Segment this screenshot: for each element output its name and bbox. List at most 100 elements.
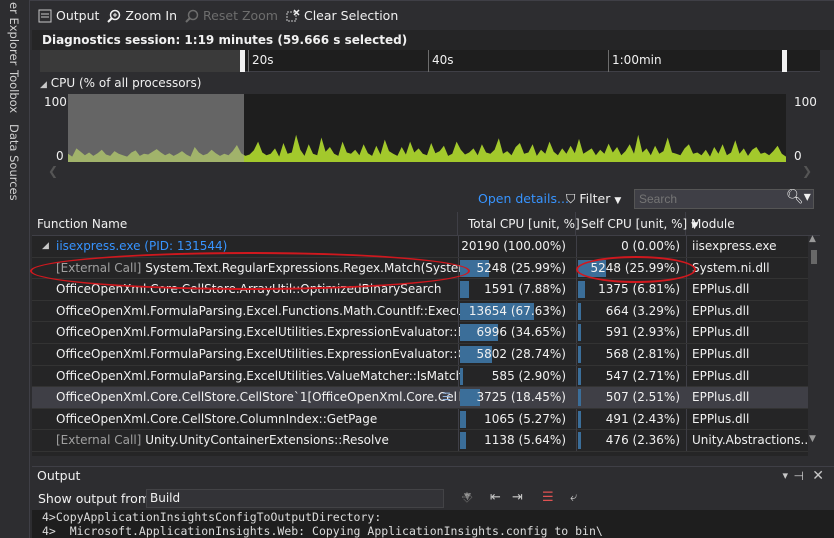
zoom-in-icon xyxy=(107,9,121,23)
side-tab-data-sources[interactable]: Data Sources xyxy=(7,124,21,201)
clear-all-icon[interactable]: ☰ xyxy=(542,490,554,505)
scroll-left-icon[interactable]: ❮ xyxy=(48,164,58,178)
scroll-down-icon[interactable]: ▼ xyxy=(809,434,816,444)
graph-horizontal-scrollbar[interactable]: ❮ ❯ xyxy=(40,164,820,179)
function-name-cell: OfficeOpenXml.FormulaParsing.ExcelUtilit… xyxy=(56,366,476,387)
open-details-link[interactable]: Open details... xyxy=(478,191,569,206)
column-separator xyxy=(686,300,687,322)
function-name: OfficeOpenXml.FormulaParsing.ExcelUtilit… xyxy=(56,325,476,340)
function-name-cell: OfficeOpenXml.Core.CellStore.CellStore`1… xyxy=(56,387,476,408)
module-cell: EPPlus.dll xyxy=(692,390,750,405)
output-panel-title: Output xyxy=(37,468,81,483)
table-vertical-scrollbar[interactable]: ▲ ▼ xyxy=(808,234,820,456)
selection-end-handle[interactable] xyxy=(782,50,787,72)
clear-selection-label: Clear Selection xyxy=(303,8,399,23)
y-axis-min-right: 0 xyxy=(794,149,802,163)
total-cpu-cell: 13654 (67.63%) xyxy=(468,303,566,318)
column-separator xyxy=(686,408,687,430)
column-module[interactable]: Module xyxy=(686,212,820,236)
filter-dropdown[interactable]: ⛉ Filter ▼ xyxy=(566,191,621,207)
column-self-cpu[interactable]: Self CPU [unit, %] ▼ xyxy=(576,212,698,236)
self-cpu-cell: 568 (2.81%) xyxy=(605,347,680,361)
self-cpu-cell: 591 (2.93%) xyxy=(605,325,680,340)
column-separator xyxy=(686,344,687,365)
total-cpu-cell: 5248 (25.99%) xyxy=(476,260,566,275)
column-total-cpu[interactable]: Total CPU [unit, %] xyxy=(458,212,580,236)
column-separator xyxy=(686,387,687,409)
function-name-cell: [External Call] Unity.UnityContainerExte… xyxy=(56,430,476,451)
total-cpu-cell: 3725 (18.45%) xyxy=(476,390,566,405)
zoom-in-label: Zoom In xyxy=(125,8,178,23)
find-message-icon[interactable]: ⎆ xyxy=(462,490,472,505)
chevron-down-icon: ▼ xyxy=(614,196,622,206)
function-name-cell: OfficeOpenXml.FormulaParsing.ExcelUtilit… xyxy=(56,344,476,365)
function-name-cell: OfficeOpenXml.FormulaParsing.Excel.Funct… xyxy=(56,301,476,322)
toolbar: Output Zoom In Reset Zoom Clear Selectio… xyxy=(30,0,834,30)
close-icon[interactable]: ✕ xyxy=(812,467,824,485)
table-row[interactable]: OfficeOpenXml.Core.CellStore.ColumnIndex… xyxy=(32,408,808,431)
scroll-right-icon[interactable]: ❯ xyxy=(802,164,812,178)
column-separator xyxy=(686,279,687,301)
function-name-cell: OfficeOpenXml.Core.CellStore.ColumnIndex… xyxy=(56,409,476,430)
reset-zoom-label: Reset Zoom xyxy=(203,8,278,23)
table-row[interactable]: OfficeOpenXml.FormulaParsing.ExcelUtilit… xyxy=(32,344,808,366)
output-button[interactable]: Output xyxy=(38,8,99,23)
cpu-graph-header[interactable]: ◢ CPU (% of all processors) xyxy=(32,74,834,92)
column-function-name[interactable]: Function Name xyxy=(32,212,458,236)
y-axis-max-left: 100 xyxy=(44,95,67,109)
clear-selection-button[interactable]: Clear Selection xyxy=(286,8,398,23)
column-self-cpu-label: Self CPU [unit, %] xyxy=(581,217,688,231)
search-icon[interactable]: 🔍︎▾ xyxy=(786,189,811,205)
show-output-from-label: Show output from: xyxy=(38,491,155,506)
table-row[interactable]: OfficeOpenXml.FormulaParsing.Excel.Funct… xyxy=(32,300,808,323)
module-cell: Unity.Abstractions... xyxy=(692,433,808,448)
side-tab-strip: er Explorer Toolbox Data Sources xyxy=(0,0,30,538)
scrollbar-thumb[interactable] xyxy=(811,250,817,264)
scroll-up-icon[interactable]: ▲ xyxy=(809,234,816,244)
selection-start-handle[interactable] xyxy=(240,50,245,72)
column-separator xyxy=(686,430,687,452)
function-name[interactable]: iisexpress.exe (PID: 131544) xyxy=(56,239,227,253)
collapse-arrow-icon[interactable]: ◢ xyxy=(40,80,47,90)
self-cpu-cell: 664 (3.29%) xyxy=(605,303,680,318)
table-row[interactable]: OfficeOpenXml.FormulaParsing.ExcelUtilit… xyxy=(32,365,808,388)
ruler-tick-label: 1:00min xyxy=(612,53,662,67)
ruler-tick xyxy=(428,50,429,72)
expand-toggle-icon[interactable]: ◢ xyxy=(42,236,49,257)
timeline-ruler[interactable]: 20s 40s 1:00min xyxy=(40,50,820,72)
total-cpu-cell: 6996 (34.65%) xyxy=(476,325,566,340)
function-name: Unity.UnityContainerExtensions::Resolve xyxy=(145,433,389,448)
go-next-icon[interactable]: ⇥ xyxy=(512,490,523,505)
output-text[interactable]: 4>CopyApplicationInsightsConfigToOutputD… xyxy=(32,510,834,538)
panel-menu-icon[interactable]: ▾ xyxy=(782,467,788,485)
reset-zoom-button[interactable]: Reset Zoom xyxy=(185,8,278,23)
table-row[interactable]: OfficeOpenXml.FormulaParsing.ExcelUtilit… xyxy=(32,322,808,344)
output-source-select[interactable]: Build xyxy=(146,489,444,508)
filter-icon: ⛉ xyxy=(566,191,576,206)
ruler-unselected-region xyxy=(40,50,244,72)
module-cell: EPPlus.dll xyxy=(692,368,750,383)
side-tab-explorer[interactable]: er Explorer xyxy=(7,2,21,65)
total-cpu-cell: 1138 (5.64%) xyxy=(484,433,566,448)
table-row[interactable]: OfficeOpenXml.Core.CellStore.CellStore`1… xyxy=(32,387,808,409)
output-label: Output xyxy=(56,8,100,23)
pin-icon[interactable]: ⊣ xyxy=(794,467,804,485)
table-row[interactable]: [External Call] Unity.UnityContainerExte… xyxy=(32,430,808,452)
annotation-ellipse xyxy=(30,252,470,290)
filter-label: Filter xyxy=(579,191,611,206)
ruler-tick xyxy=(608,50,609,72)
module-cell: System.ni.dll xyxy=(692,260,770,275)
table-header: Function Name Total CPU [unit, %] Self C… xyxy=(32,212,820,236)
word-wrap-icon[interactable]: ⤶ xyxy=(570,490,577,505)
y-axis-min-left: 0 xyxy=(56,149,64,163)
reset-zoom-icon xyxy=(185,9,199,23)
y-axis-max-right: 100 xyxy=(794,95,817,109)
side-tab-toolbox[interactable]: Toolbox xyxy=(7,70,21,113)
output-line: 4>CopyApplicationInsightsConfigToOutputD… xyxy=(42,510,382,524)
column-separator xyxy=(686,322,687,344)
zoom-in-button[interactable]: Zoom In xyxy=(107,8,177,23)
annotation-ellipse xyxy=(576,256,696,283)
output-icon xyxy=(38,9,52,23)
go-previous-icon[interactable]: ⇤ xyxy=(490,490,501,505)
self-cpu-cell: 547 (2.71%) xyxy=(605,368,680,383)
